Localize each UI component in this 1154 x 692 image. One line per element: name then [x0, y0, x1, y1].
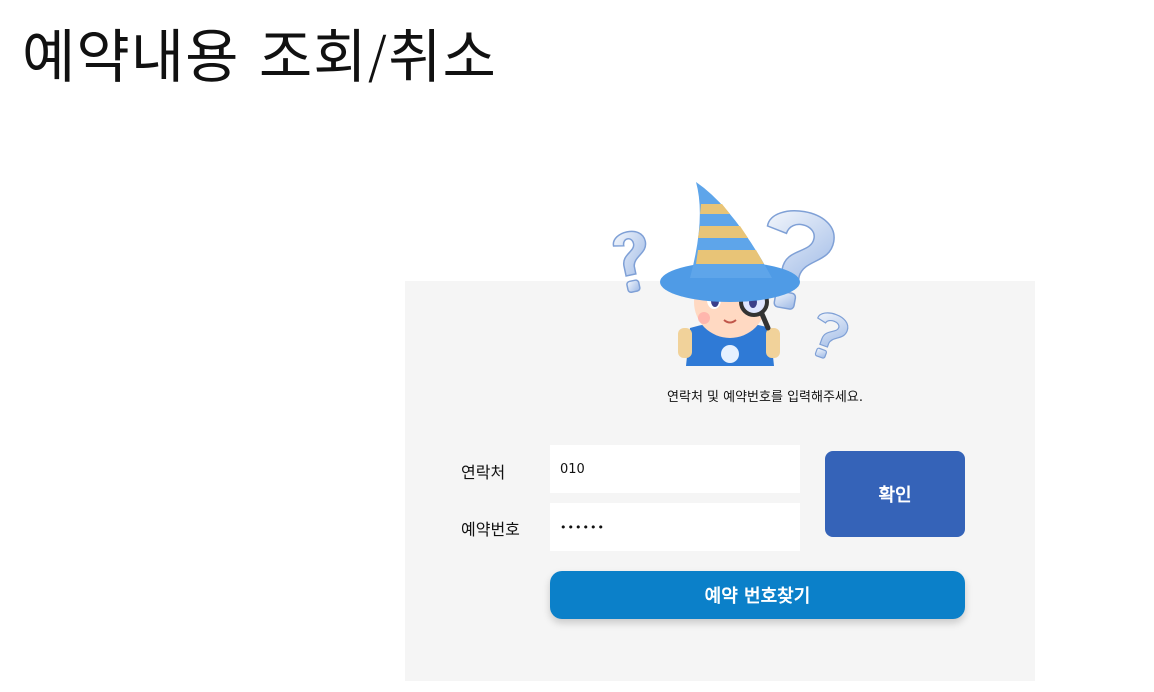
page-title: 예약내용 조회/취소: [22, 23, 497, 91]
contact-label: 연락처: [461, 463, 506, 482]
contact-input[interactable]: [550, 445, 800, 493]
reservation-number-label: 예약번호: [461, 520, 520, 539]
wizard-mascot-icon: [612, 182, 849, 366]
page: 예약내용 조회/취소 연락처 및 예약번호를 입력해주세요. 연락처 010 예…: [0, 0, 1154, 692]
instruction-text: 연락처 및 예약번호를 입력해주세요.: [667, 390, 863, 405]
reservation-number-input[interactable]: [550, 503, 800, 551]
find-reservation-number-button[interactable]: 예약 번호찾기: [550, 571, 965, 619]
confirm-button[interactable]: 확인: [825, 451, 965, 537]
